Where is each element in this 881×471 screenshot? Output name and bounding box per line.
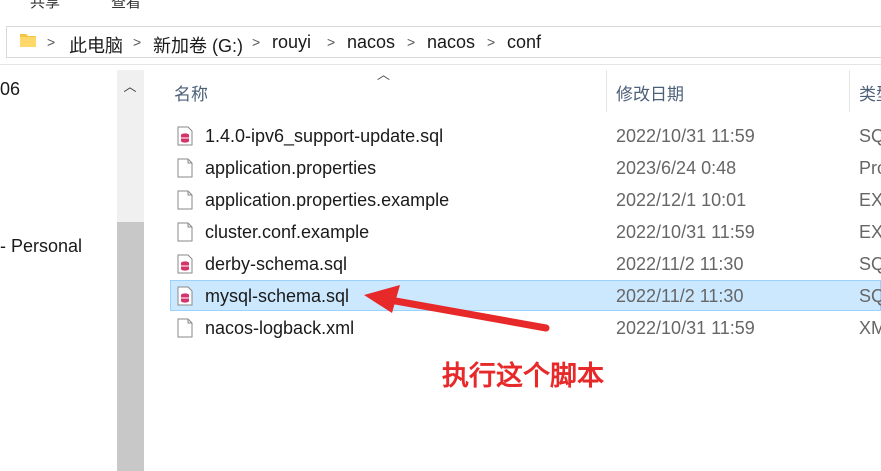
- breadcrumb-drive[interactable]: 新加卷 (G:): [153, 32, 243, 58]
- file-date: 2023/6/24 0:48: [616, 158, 737, 178]
- file-name[interactable]: 1.4.0-ipv6_support-update.sql: [205, 126, 443, 147]
- address-bar[interactable]: > 此电脑 > 新加卷 (G:) > rouyi > nacos > nacos…: [0, 18, 881, 65]
- ribbon-tab-view[interactable]: 查看: [111, 0, 141, 12]
- sql-file-icon: [177, 254, 193, 274]
- column-divider[interactable]: [849, 70, 850, 112]
- column-divider[interactable]: [606, 70, 607, 112]
- breadcrumb-nacos[interactable]: nacos: [347, 32, 395, 53]
- file-type: Pro: [859, 158, 881, 178]
- file-date: 2022/10/31 11:59: [616, 318, 755, 338]
- chevron-right-icon[interactable]: >: [487, 34, 495, 50]
- sql-file-icon: [177, 126, 193, 146]
- column-header-date[interactable]: 修改日期: [616, 80, 684, 105]
- file-date: 2022/11/2 11:30: [616, 286, 744, 306]
- file-name[interactable]: derby-schema.sql: [205, 254, 347, 275]
- file-type: SQ: [859, 286, 881, 306]
- sort-ascending-icon: ︿: [377, 67, 391, 82]
- xml-file-icon: [177, 318, 193, 338]
- annotation-label: 执行这个脚本: [442, 361, 604, 391]
- file-type: SQ: [859, 254, 881, 274]
- nav-scrollbar-thumb[interactable]: [117, 222, 144, 471]
- scroll-up-arrow-icon[interactable]: ︿: [118, 76, 142, 96]
- column-header-name[interactable]: 名称: [174, 80, 208, 105]
- file-date: 2022/10/31 11:59: [616, 126, 755, 146]
- file-type: XM: [859, 318, 881, 338]
- file-name[interactable]: application.properties: [205, 158, 376, 179]
- breadcrumb-conf[interactable]: conf: [507, 32, 541, 53]
- breadcrumb-nacos-inner[interactable]: nacos: [427, 32, 475, 53]
- file-name[interactable]: nacos-logback.xml: [205, 318, 354, 339]
- breadcrumb-rouyi[interactable]: rouyi: [272, 32, 311, 53]
- nav-item-personal[interactable]: - Personal: [0, 236, 82, 257]
- breadcrumb-this-pc[interactable]: 此电脑: [69, 32, 123, 58]
- file-icon: [177, 158, 193, 178]
- file-type: EX: [859, 190, 881, 210]
- file-date: 2022/11/2 11:30: [616, 254, 744, 274]
- annotation-arrow: [364, 285, 550, 332]
- chevron-right-icon[interactable]: >: [47, 34, 55, 50]
- file-name[interactable]: application.properties.example: [205, 190, 449, 211]
- file-date: 2022/10/31 11:59: [616, 222, 755, 242]
- file-date: 2022/12/1 10:01: [616, 190, 747, 210]
- folder-icon: [20, 34, 36, 47]
- file-icon: [177, 190, 193, 210]
- chevron-right-icon[interactable]: >: [407, 34, 415, 50]
- file-type: SQL: [859, 126, 881, 146]
- nav-item[interactable]: 06: [0, 79, 20, 100]
- column-header-type[interactable]: 类型: [859, 80, 881, 105]
- sql-file-icon: [177, 286, 193, 306]
- chevron-right-icon[interactable]: >: [252, 34, 260, 50]
- chevron-right-icon[interactable]: >: [133, 34, 141, 50]
- file-name[interactable]: mysql-schema.sql: [205, 286, 349, 307]
- chevron-right-icon[interactable]: >: [327, 34, 335, 50]
- ribbon-tab-share[interactable]: 共享: [30, 0, 60, 12]
- file-icon: [177, 222, 193, 242]
- file-name[interactable]: cluster.conf.example: [205, 222, 369, 243]
- file-type: EX: [859, 222, 881, 242]
